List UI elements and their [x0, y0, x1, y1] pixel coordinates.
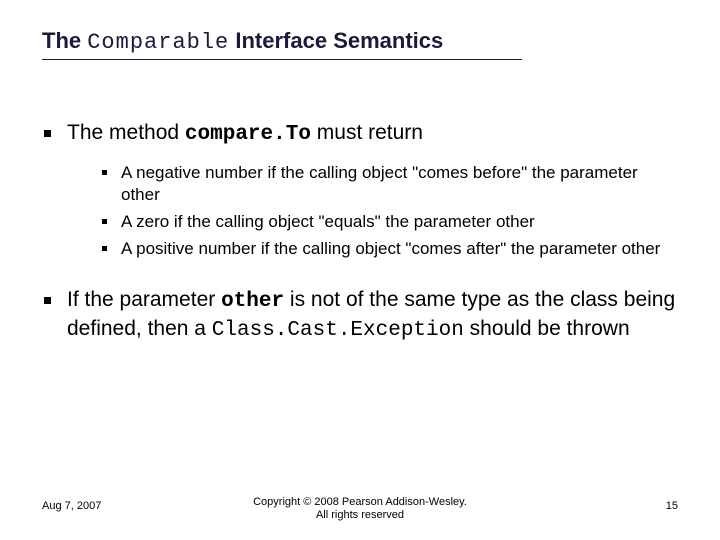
- slide-content: The method compare.To must return A nega…: [42, 120, 678, 344]
- title-pre: The: [42, 28, 87, 53]
- sub-bullet-text: A zero if the calling object "equals" th…: [121, 211, 535, 232]
- sub-bullet: A zero if the calling object "equals" th…: [102, 211, 678, 232]
- bullet-2: If the parameter other is not of the sam…: [44, 287, 678, 344]
- bullet-1-mono: compare.To: [185, 123, 311, 146]
- bullet-icon: [102, 170, 107, 175]
- slide-title: The Comparable Interface Semantics: [42, 28, 522, 60]
- sub-bullet-text: A positive number if the calling object …: [121, 238, 660, 259]
- bullet-1-sublist: A negative number if the calling object …: [102, 162, 678, 259]
- title-mono: Comparable: [87, 30, 229, 55]
- footer-page-number: 15: [666, 500, 678, 512]
- bullet-2-mono: other: [221, 290, 284, 313]
- bullet-1: The method compare.To must return: [44, 120, 678, 148]
- bullet-2-post2: should be thrown: [464, 317, 630, 340]
- copyright-line1: Copyright © 2008 Pearson Addison-Wesley.: [253, 496, 467, 508]
- bullet-1-pre: The method: [67, 121, 185, 144]
- sub-bullet-text: A negative number if the calling object …: [121, 162, 678, 205]
- bullet-2-pre: If the parameter: [67, 288, 221, 311]
- sub-bullet: A negative number if the calling object …: [102, 162, 678, 205]
- bullet-icon: [44, 297, 51, 304]
- copyright-line2: All rights reserved: [316, 509, 404, 521]
- footer-copyright: Copyright © 2008 Pearson Addison-Wesley.…: [42, 496, 678, 522]
- bullet-2-text: If the parameter other is not of the sam…: [67, 287, 678, 344]
- bullet-icon: [44, 130, 51, 137]
- title-post: Interface Semantics: [229, 28, 443, 53]
- sub-bullet: A positive number if the calling object …: [102, 238, 678, 259]
- slide: The Comparable Interface Semantics The m…: [0, 0, 720, 540]
- bullet-1-text: The method compare.To must return: [67, 120, 423, 148]
- bullet-icon: [102, 219, 107, 224]
- bullet-icon: [102, 246, 107, 251]
- bullet-1-post: must return: [311, 121, 423, 144]
- bullet-2-mono2: Class.Cast.Exception: [212, 319, 464, 342]
